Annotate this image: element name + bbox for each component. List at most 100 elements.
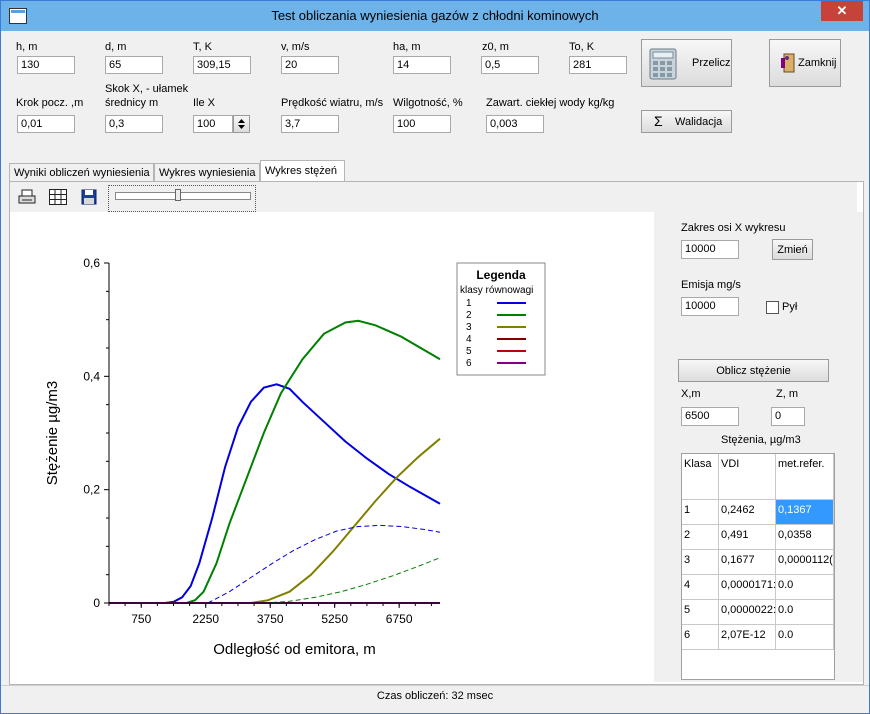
cell-vdi[interactable]: 0,491 [719, 525, 776, 550]
label-ha: ha, m [393, 41, 421, 53]
slider-thumb[interactable] [175, 189, 181, 201]
zamknij-button[interactable]: Zamknij [769, 39, 841, 87]
h-input[interactable]: 130 [17, 56, 75, 74]
walidacja-button[interactable]: Σ Walidacja [641, 110, 732, 133]
To-input[interactable]: 281 [569, 56, 627, 74]
T-input[interactable]: 309,15 [193, 56, 251, 74]
exit-door-icon [781, 53, 795, 73]
v-input[interactable]: 20 [281, 56, 339, 74]
cell-met-refer[interactable]: 0,0000112( [776, 550, 834, 575]
concentration-table[interactable]: Klasa VDI met.refer. 1 0,2462 0,1367 2 0… [681, 453, 835, 680]
cell-met-refer[interactable]: 0.0 [776, 575, 834, 600]
tab-wykres-wyniesienia[interactable]: Wykres wyniesienia [154, 163, 260, 181]
tab-wykres-stezen[interactable]: Wykres stężeń [260, 160, 345, 182]
cell-klasa: 2 [682, 525, 719, 550]
x-label: X,m [681, 388, 701, 400]
col-header-klasa: Klasa [682, 454, 719, 500]
legend-entry-label: 2 [466, 310, 472, 321]
z-input[interactable]: 0 [771, 407, 805, 426]
label-woda: Zawart. ciekłej wody kg/kg [486, 97, 615, 109]
oblicz-stezenie-button[interactable]: Oblicz stężenie [678, 359, 829, 382]
right-panel: Zakres osi X wykresu 10000 Zmień Emisja … [654, 212, 863, 682]
emisja-label: Emisja mg/s [681, 279, 741, 291]
cell-vdi[interactable]: 0,0000171: [719, 575, 776, 600]
y-tick-label: 0,6 [83, 256, 100, 270]
label-To: To, K [569, 41, 595, 53]
emisja-input[interactable]: 10000 [681, 297, 739, 316]
y-axis-label: Stężenie µg/m3 [44, 381, 61, 486]
cell-vdi[interactable]: 2,07E-12 [719, 625, 776, 650]
concentration-chart: 0 0,2 0,4 0,6 750 2250 3750 5250 6750 Odległość … [44, 256, 546, 658]
legend-entry-label: 3 [466, 322, 472, 333]
x-tick-label: 2250 [192, 612, 219, 626]
cell-klasa: 1 [682, 500, 719, 525]
floppy-disk-icon [81, 189, 97, 205]
col-header-vdi: VDI [719, 454, 776, 500]
y-tick-label: 0,4 [83, 369, 100, 383]
label-wilgotnosc: Wilgotność, % [393, 97, 463, 109]
cell-vdi[interactable]: 0,1677 [719, 550, 776, 575]
skok-input[interactable]: 0,3 [105, 115, 163, 133]
pyl-checkbox[interactable] [766, 301, 779, 314]
ilex-spinner[interactable] [233, 115, 250, 133]
wilgotnosc-input[interactable]: 100 [393, 115, 451, 133]
label-h: h, m [16, 41, 38, 53]
cell-klasa: 3 [682, 550, 719, 575]
x-tick-label: 6750 [386, 612, 413, 626]
krok-input[interactable]: 0,01 [17, 115, 75, 133]
cell-met-refer[interactable]: 0.0 [776, 625, 834, 650]
cell-klasa: 4 [682, 575, 719, 600]
przelicz-label: Przelicz [692, 57, 731, 69]
z0-input[interactable]: 0,5 [481, 56, 539, 74]
legend-entry-label: 5 [466, 346, 472, 357]
ha-input[interactable]: 14 [393, 56, 451, 74]
woda-input[interactable]: 0,003 [486, 115, 544, 133]
zakres-label: Zakres osi X wykresu [681, 222, 786, 234]
przelicz-button[interactable]: Przelicz [641, 39, 732, 87]
cell-vdi[interactable]: 0,2462 [719, 500, 776, 525]
label-T: T, K [193, 41, 212, 53]
table-title: Stężenia, µg/m3 [721, 434, 801, 446]
x-input[interactable]: 6500 [681, 407, 739, 426]
label-krok: Krok pocz. ,m [16, 97, 84, 109]
dashed-series-line [263, 557, 441, 604]
legend-title: Legenda [476, 268, 526, 282]
label-d: d, m [105, 41, 127, 53]
window-title: Test obliczania wyniesienia gazów z chło… [271, 8, 599, 23]
ilex-input[interactable]: 100 [193, 115, 233, 133]
series-line-1 [109, 383, 441, 604]
series-line-2 [109, 319, 441, 604]
table-view-button[interactable] [48, 188, 70, 208]
label-z0: z0, m [482, 41, 509, 53]
x-tick-label: 5250 [321, 612, 348, 626]
label-skok-1: Skok X, - ułamek [105, 83, 189, 95]
col-header-met-refer: met.refer. [776, 454, 834, 500]
wiatr-input[interactable]: 3,7 [281, 115, 339, 133]
cell-met-refer[interactable]: 0,0358 [776, 525, 834, 550]
save-button[interactable] [80, 188, 102, 208]
label-skok-2: średnicy m [105, 97, 159, 109]
concentration-chart-area: 0 0,2 0,4 0,6 750 2250 3750 5250 6750 Odległość … [10, 212, 654, 682]
chart-legend: Legenda klasy równowagi 123456 [456, 262, 546, 376]
grid-table-icon [49, 189, 67, 205]
d-input[interactable]: 65 [105, 56, 163, 74]
zoom-slider[interactable] [108, 185, 256, 212]
legend-entry-label: 1 [466, 298, 472, 309]
tab-page-wykres-stezen: 0 0,2 0,4 0,6 750 2250 3750 5250 6750 Odległość … [9, 181, 864, 685]
close-window-button[interactable]: ✕ [821, 1, 863, 21]
tab-wyniki-obliczen[interactable]: Wyniki obliczeń wyniesienia [9, 163, 154, 181]
cell-met-refer[interactable]: 0.0 [776, 600, 834, 625]
sigma-icon: Σ [654, 113, 663, 129]
z-label: Z, m [776, 388, 798, 400]
printer-icon [18, 189, 36, 204]
zakres-input[interactable]: 10000 [681, 240, 739, 259]
cell-met-refer-selected[interactable]: 0,1367 [776, 500, 834, 525]
dashed-series-line [207, 524, 441, 604]
print-button[interactable] [17, 188, 39, 208]
cell-vdi[interactable]: 0,0000022: [719, 600, 776, 625]
label-wiatr: Prędkość wiatru, m/s [281, 97, 384, 109]
zmien-button[interactable]: Zmień [772, 239, 813, 260]
x-tick-label: 750 [131, 612, 151, 626]
cell-klasa: 5 [682, 600, 719, 625]
x-tick-label: 3750 [257, 612, 284, 626]
